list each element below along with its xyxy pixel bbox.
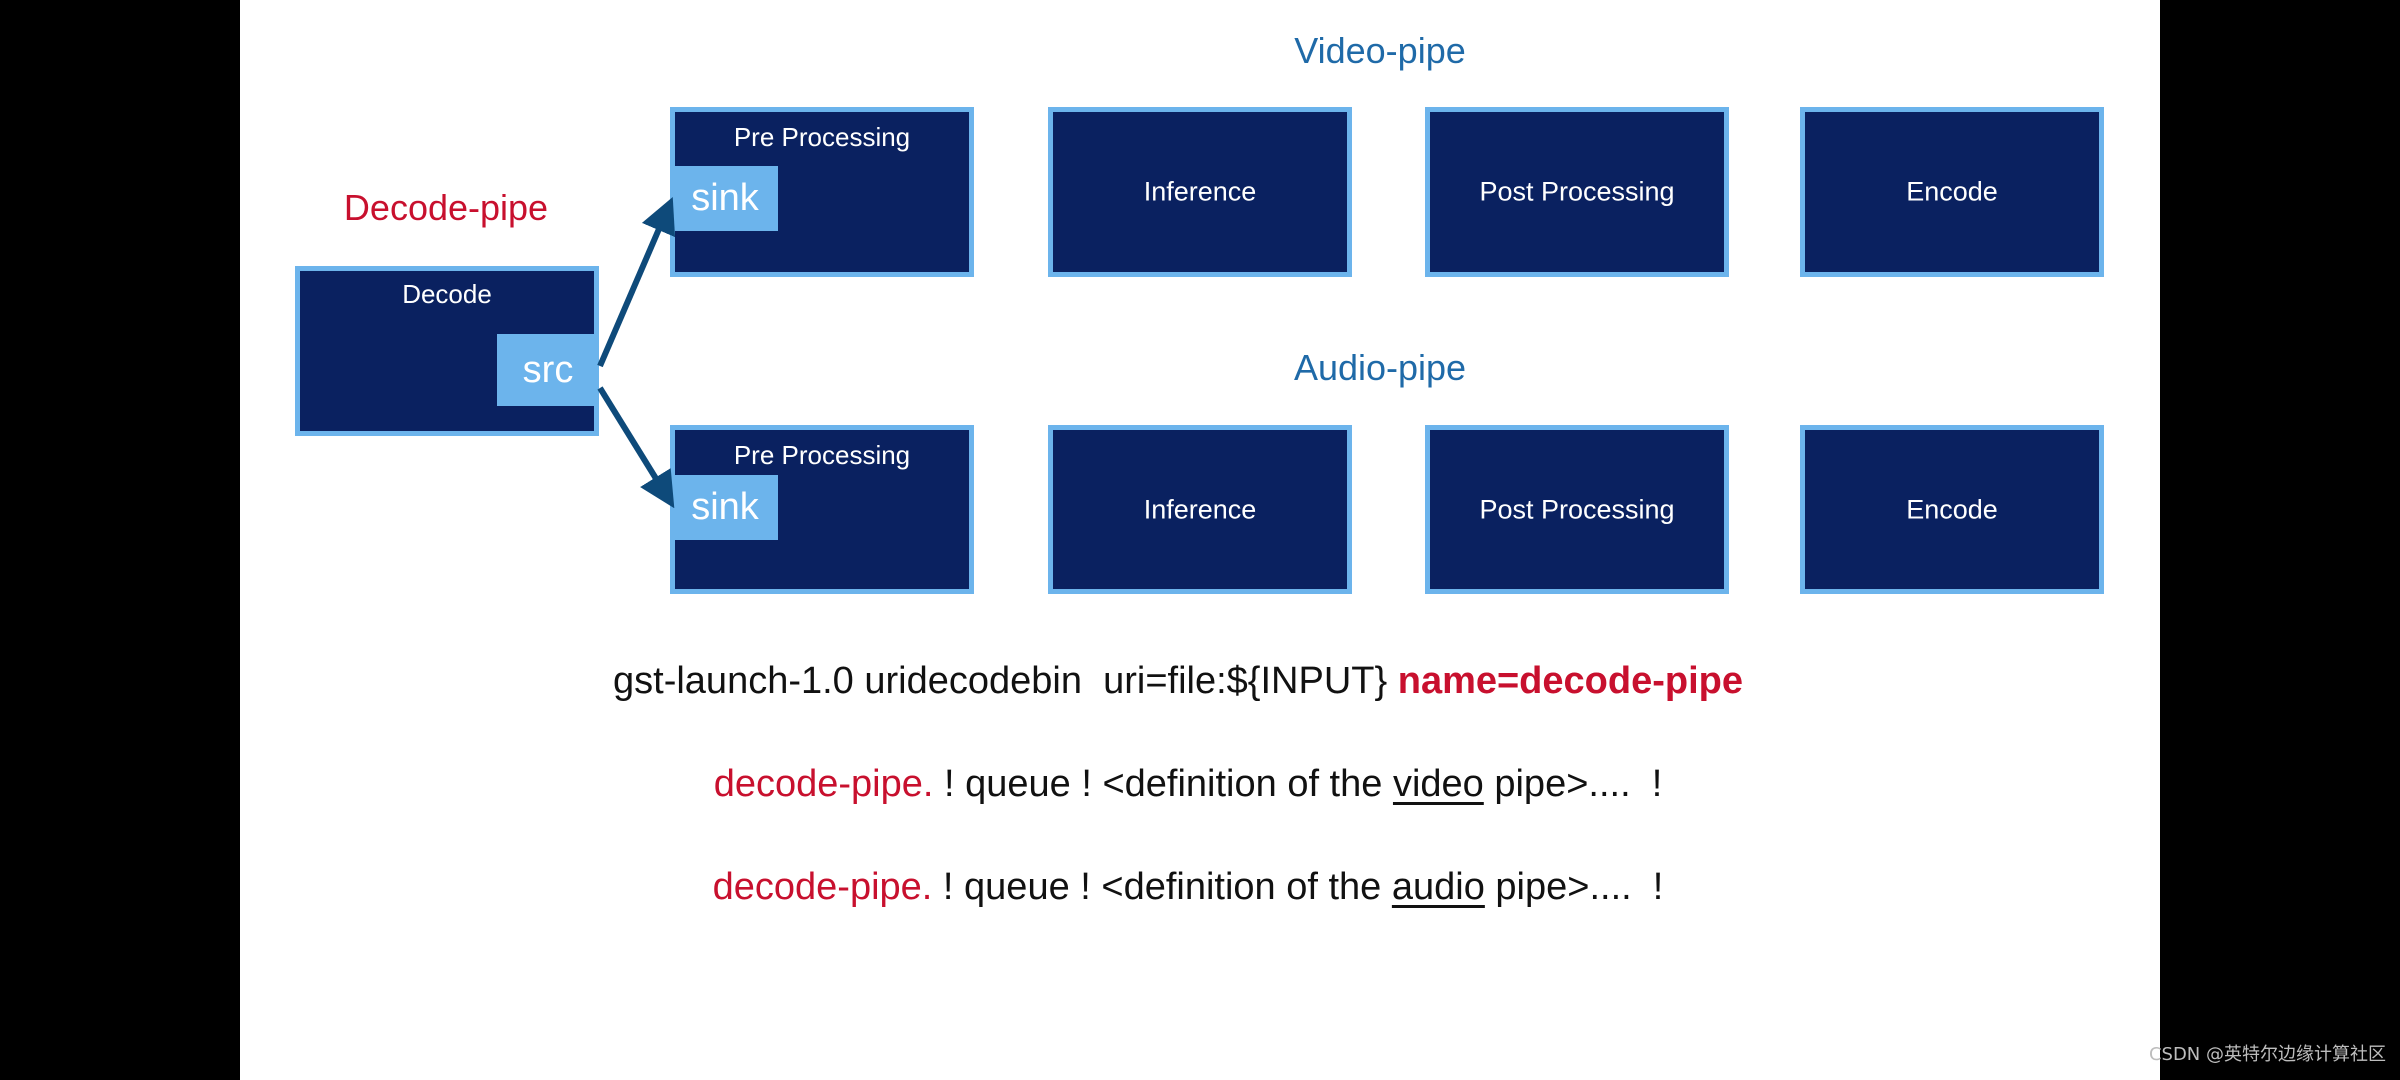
- command-line-3-audio: audio: [1391, 866, 1485, 908]
- command-line-2: decode-pipe. ! queue ! <definition of th…: [714, 763, 1663, 806]
- command-line-2-tail: pipe>.... !: [1483, 763, 1663, 805]
- command-line-1-name: name=decode-pipe: [1397, 660, 1743, 702]
- command-line-1-text: gst-launch-1.0 uridecodebin uri=file:${I…: [613, 660, 1398, 702]
- command-line-3-tail: pipe>.... !: [1484, 866, 1664, 908]
- watermark: CSDN @英特尔边缘计算社区: [2148, 1044, 2386, 1065]
- command-line-3: decode-pipe. ! queue ! <definition of th…: [713, 866, 1664, 909]
- command-line-1: gst-launch-1.0 uridecodebin uri=file:${I…: [613, 660, 1743, 703]
- command-line-3-middle: ! queue ! <definition of the: [932, 866, 1392, 908]
- command-line-3-ref: decode-pipe.: [712, 866, 933, 908]
- command-line-2-ref: decode-pipe.: [713, 763, 934, 805]
- edge-src-to-video-sink: [597, 196, 676, 368]
- command-line-2-middle: ! queue ! <definition of the: [933, 763, 1393, 805]
- edge-src-to-audio-sink: [597, 386, 675, 509]
- command-line-2-video: video: [1392, 763, 1484, 805]
- edges-layer: [597, 196, 676, 509]
